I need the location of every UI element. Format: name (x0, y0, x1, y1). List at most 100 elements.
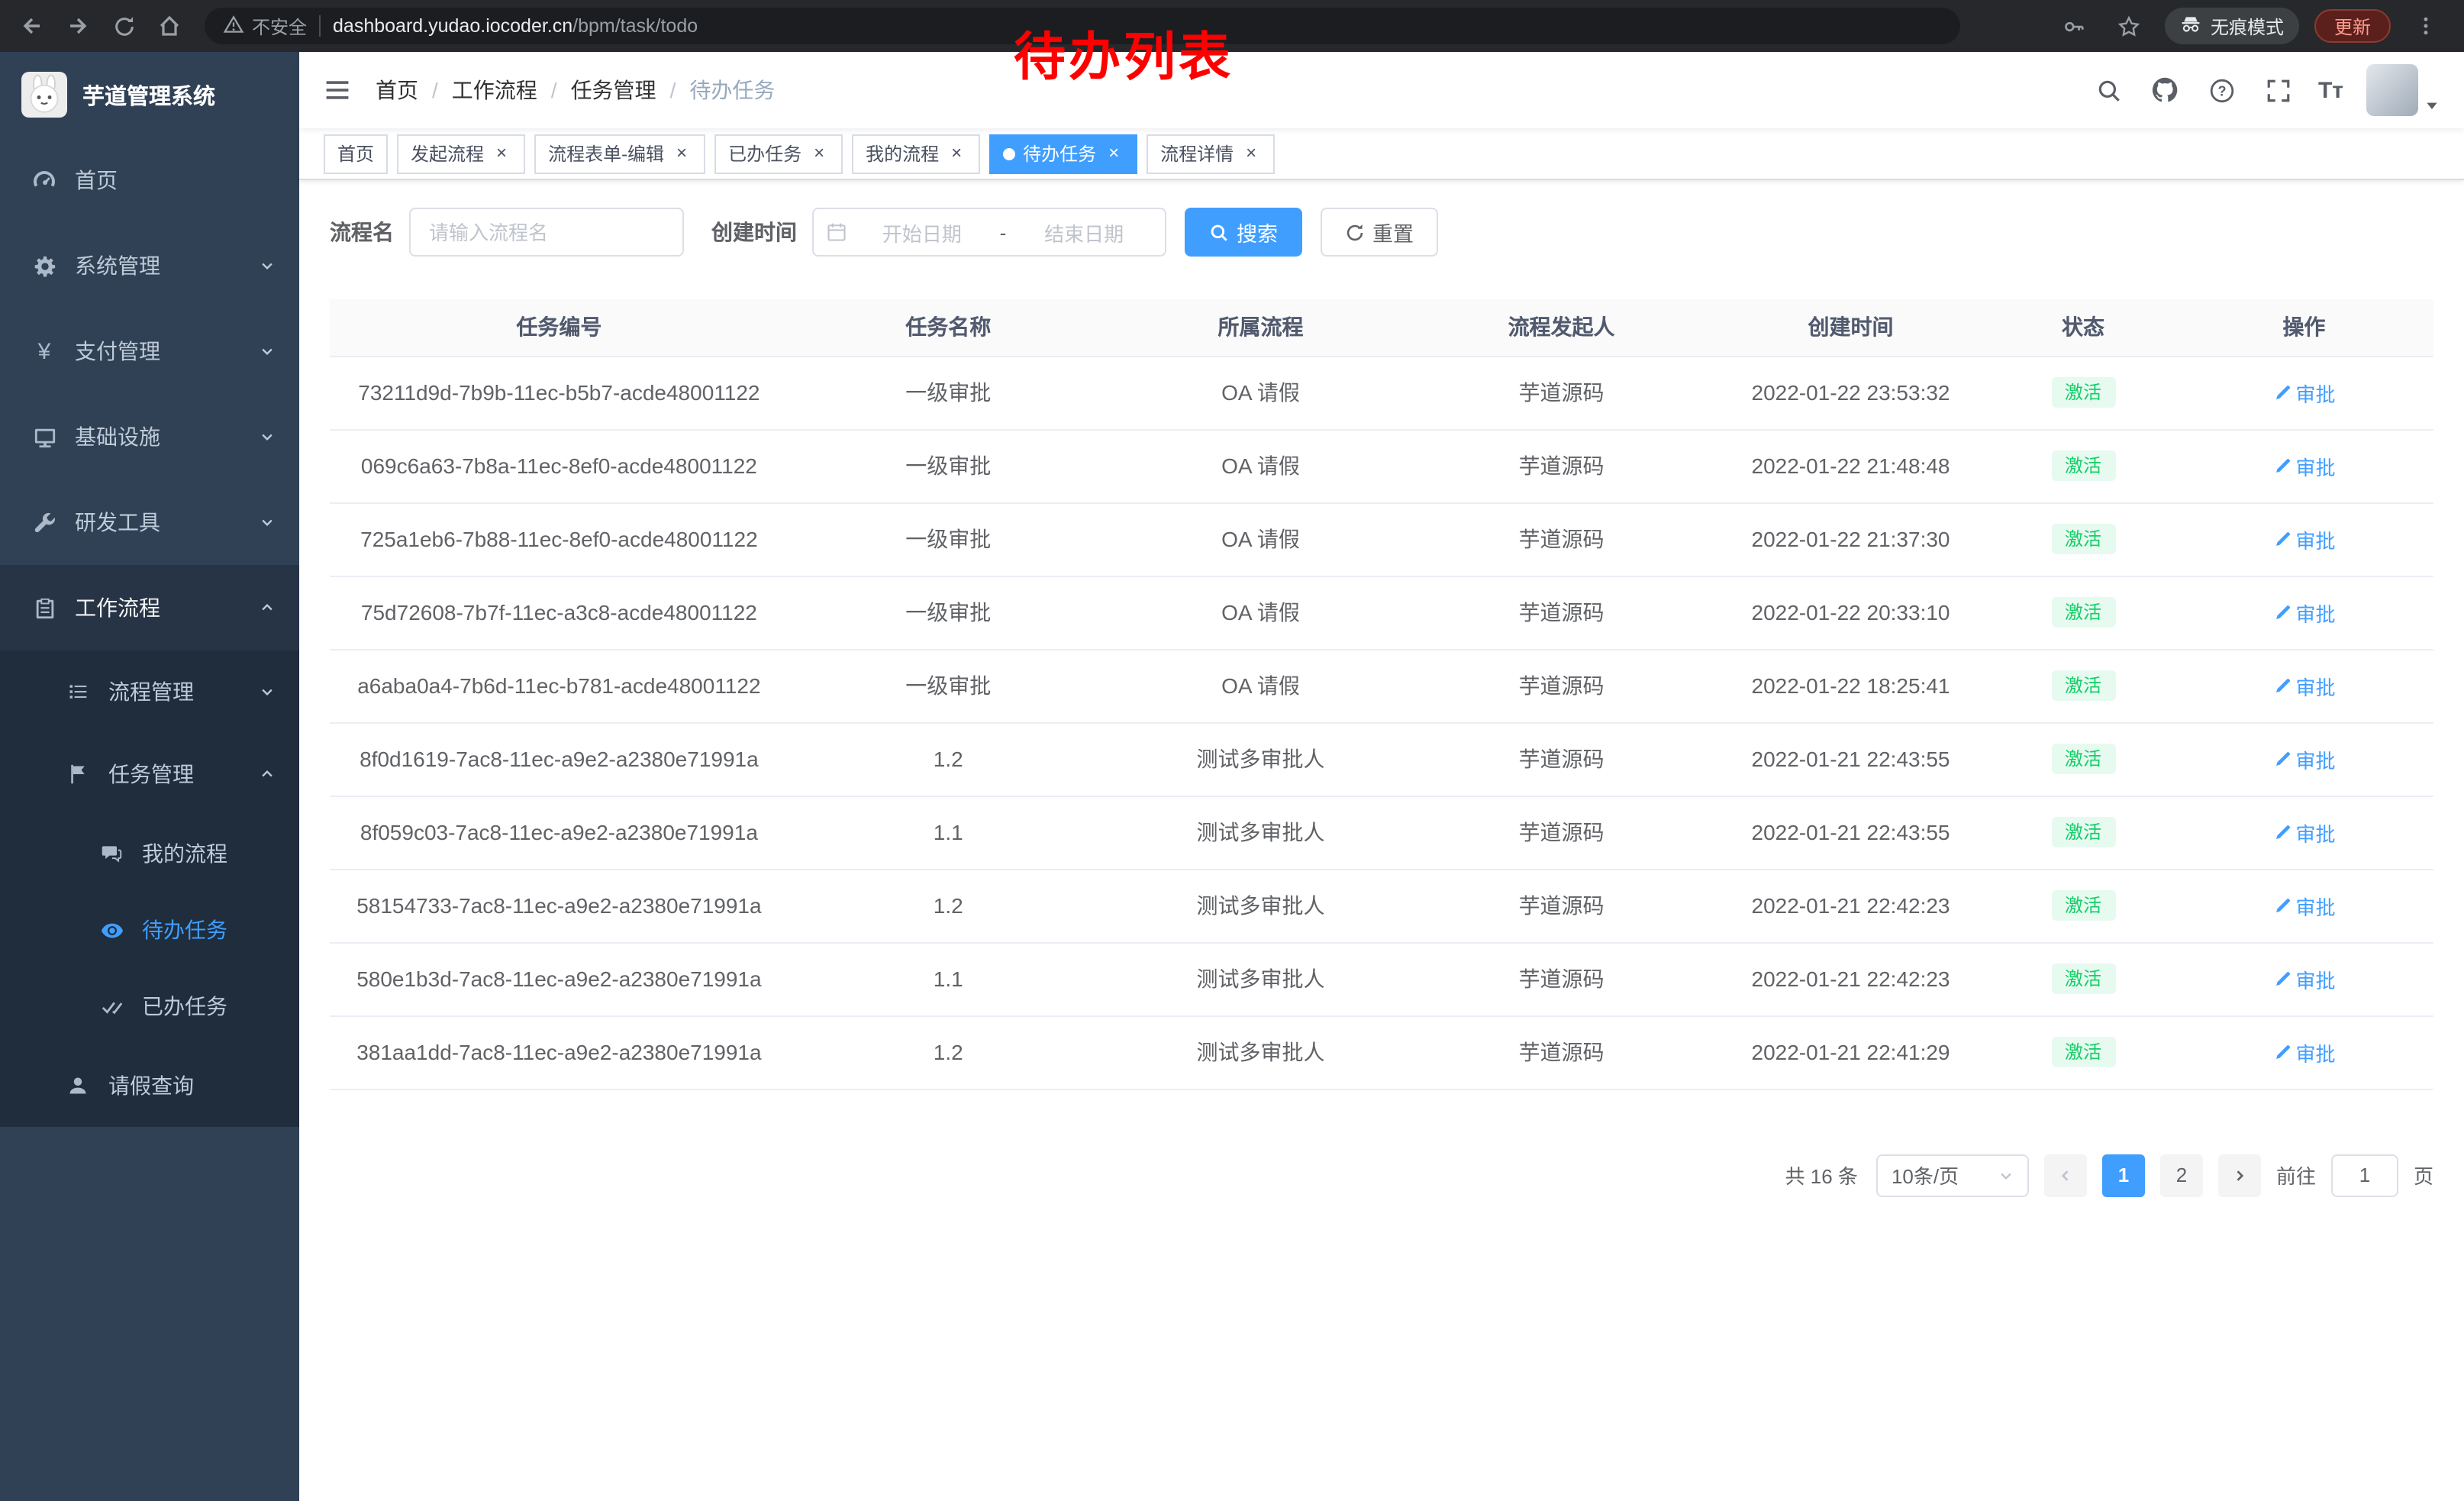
sidebar-item-label: 流程管理 (108, 676, 194, 707)
status-badge: 激活 (2051, 670, 2115, 701)
edit-icon (2272, 970, 2291, 988)
tab-tag[interactable]: 发起流程 × (397, 134, 525, 173)
page-button-2[interactable]: 2 (2160, 1154, 2203, 1196)
approve-link[interactable]: 审批 (2272, 818, 2335, 847)
sidebar-item-label: 系统管理 (75, 250, 160, 281)
cell-process-name: OA 请假 (1221, 380, 1300, 405)
approve-link[interactable]: 审批 (2272, 598, 2335, 627)
monitor-icon (31, 423, 58, 450)
goto-page-input[interactable] (2331, 1154, 2398, 1196)
next-page-button[interactable] (2218, 1154, 2261, 1196)
update-button[interactable]: 更新 (2314, 9, 2391, 43)
prev-page-button[interactable] (2044, 1154, 2087, 1196)
reset-button[interactable]: 重置 (1321, 208, 1438, 257)
cell-task-name: 1.1 (934, 820, 963, 844)
person-icon (64, 1072, 92, 1099)
sidebar-item-home[interactable]: 首页 (0, 137, 299, 223)
flag-icon (64, 760, 92, 788)
cell-task-id: 8f0d1619-7ac8-11ec-a9e2-a2380e71991a (360, 747, 759, 771)
cell-create-time: 2022-01-21 22:42:23 (1752, 967, 1950, 991)
tab-tag[interactable]: 流程表单-编辑 × (534, 134, 705, 173)
task-table: 任务编号 任务名称 所属流程 流程发起人 创建时间 状态 操作 73211d9d… (330, 299, 2433, 1089)
approve-link[interactable]: 审批 (2272, 451, 2335, 480)
approve-link[interactable]: 审批 (2272, 1038, 2335, 1067)
sidebar-item-my-process[interactable]: 我的流程 (0, 815, 299, 892)
breadcrumb-item[interactable]: 首页 (376, 75, 418, 105)
fullscreen-icon[interactable] (2262, 73, 2295, 107)
tag-close-icon[interactable]: × (672, 144, 692, 163)
cell-task-id: 8f059c03-7ac8-11ec-a9e2-a2380e71991a (360, 820, 758, 844)
app-logo[interactable]: 芋道管理系统 (0, 52, 299, 137)
cell-starter: 芋道源码 (1519, 527, 1605, 551)
sidebar-item-payment[interactable]: ¥ 支付管理 (0, 308, 299, 394)
end-date-placeholder: 结束日期 (1015, 218, 1153, 247)
sidebar-item-workflow[interactable]: 工作流程 (0, 565, 299, 650)
tab-tag[interactable]: 流程详情 × (1147, 134, 1275, 173)
cell-task-name: 一级审批 (905, 600, 991, 625)
avatar[interactable] (2366, 64, 2418, 116)
reload-icon[interactable] (104, 6, 144, 46)
chat-icon (98, 840, 125, 867)
back-icon[interactable] (12, 6, 52, 46)
date-range-picker[interactable]: 开始日期 - 结束日期 (812, 208, 1166, 257)
approve-link-label: 审批 (2295, 378, 2335, 407)
cell-task-id: 73211d9d-7b9b-11ec-b5b7-acde48001122 (358, 380, 760, 405)
sidebar-item-infrastructure[interactable]: 基础设施 (0, 394, 299, 479)
key-icon[interactable] (2055, 6, 2095, 46)
tab-tag[interactable]: 已办任务 × (714, 134, 843, 173)
approve-link[interactable]: 审批 (2272, 671, 2335, 700)
url-bar[interactable]: 不安全 dashboard.yudao.iocoder.cn/bpm/task/… (205, 8, 1960, 44)
breadcrumb-item[interactable]: 任务管理 (571, 75, 656, 105)
sidebar-collapse-icon[interactable] (324, 76, 351, 104)
sidebar-item-todo-task[interactable]: 待办任务 (0, 892, 299, 968)
tag-label: 待办任务 (1023, 140, 1096, 166)
approve-link[interactable]: 审批 (2272, 525, 2335, 554)
sidebar-item-system[interactable]: 系统管理 (0, 223, 299, 308)
tag-close-icon[interactable]: × (809, 144, 829, 163)
sidebar-item-devtools[interactable]: 研发工具 (0, 479, 299, 565)
sidebar-item-label: 基础设施 (75, 421, 160, 452)
github-icon[interactable] (2149, 73, 2182, 107)
approve-link[interactable]: 审批 (2272, 964, 2335, 993)
cell-task-id: 069c6a63-7b8a-11ec-8ef0-acde48001122 (361, 454, 757, 478)
sidebar-item-leave-query[interactable]: 请假查询 (0, 1044, 299, 1127)
sidebar-item-process-management[interactable]: 流程管理 (0, 650, 299, 733)
tag-close-icon[interactable]: × (1241, 144, 1261, 163)
wrench-icon (31, 508, 58, 536)
sidebar-item-done-task[interactable]: 已办任务 (0, 968, 299, 1044)
home-icon[interactable] (150, 6, 189, 46)
table-row: a6aba0a4-7b6d-11ec-b781-acde48001122 一级审… (330, 649, 2433, 722)
approve-link[interactable]: 审批 (2272, 744, 2335, 773)
font-size-icon[interactable]: Tт (2318, 77, 2343, 103)
approve-link[interactable]: 审批 (2272, 891, 2335, 920)
column-header-starter: 流程发起人 (1413, 299, 1710, 356)
sidebar-item-label: 研发工具 (75, 507, 160, 537)
tag-dot (1003, 147, 1015, 160)
more-vertical-icon[interactable] (2406, 6, 2446, 46)
tag-close-icon[interactable]: × (947, 144, 966, 163)
star-icon[interactable] (2110, 6, 2150, 46)
sidebar-item-task-management[interactable]: 任务管理 (0, 733, 299, 815)
tab-tag[interactable]: 待办任务 × (989, 134, 1137, 173)
search-button[interactable]: 搜索 (1185, 208, 1302, 257)
process-name-input[interactable] (409, 208, 684, 257)
user-menu[interactable] (2366, 64, 2440, 116)
approve-link[interactable]: 审批 (2272, 378, 2335, 407)
security-status[interactable]: 不安全 (223, 13, 307, 39)
search-icon[interactable] (2092, 73, 2126, 107)
tab-tag[interactable]: 我的流程 × (852, 134, 980, 173)
forward-icon[interactable] (58, 6, 98, 46)
cell-task-name: 1.1 (934, 967, 963, 991)
chevron-down-icon (260, 429, 275, 444)
calendar-icon (826, 221, 847, 243)
tag-close-icon[interactable]: × (492, 144, 511, 163)
tab-tag[interactable]: 首页 (324, 134, 388, 173)
incognito-label: 无痕模式 (2211, 13, 2284, 39)
breadcrumb-item[interactable]: 工作流程 (452, 75, 537, 105)
page-button-1[interactable]: 1 (2102, 1154, 2145, 1196)
eye-icon (98, 916, 125, 944)
table-row: 381aa1dd-7ac8-11ec-a9e2-a2380e71991a 1.2… (330, 1015, 2433, 1089)
tag-close-icon[interactable]: × (1104, 144, 1124, 163)
help-icon[interactable]: ? (2205, 73, 2239, 107)
page-size-select[interactable]: 10条/页 (1876, 1154, 2029, 1196)
